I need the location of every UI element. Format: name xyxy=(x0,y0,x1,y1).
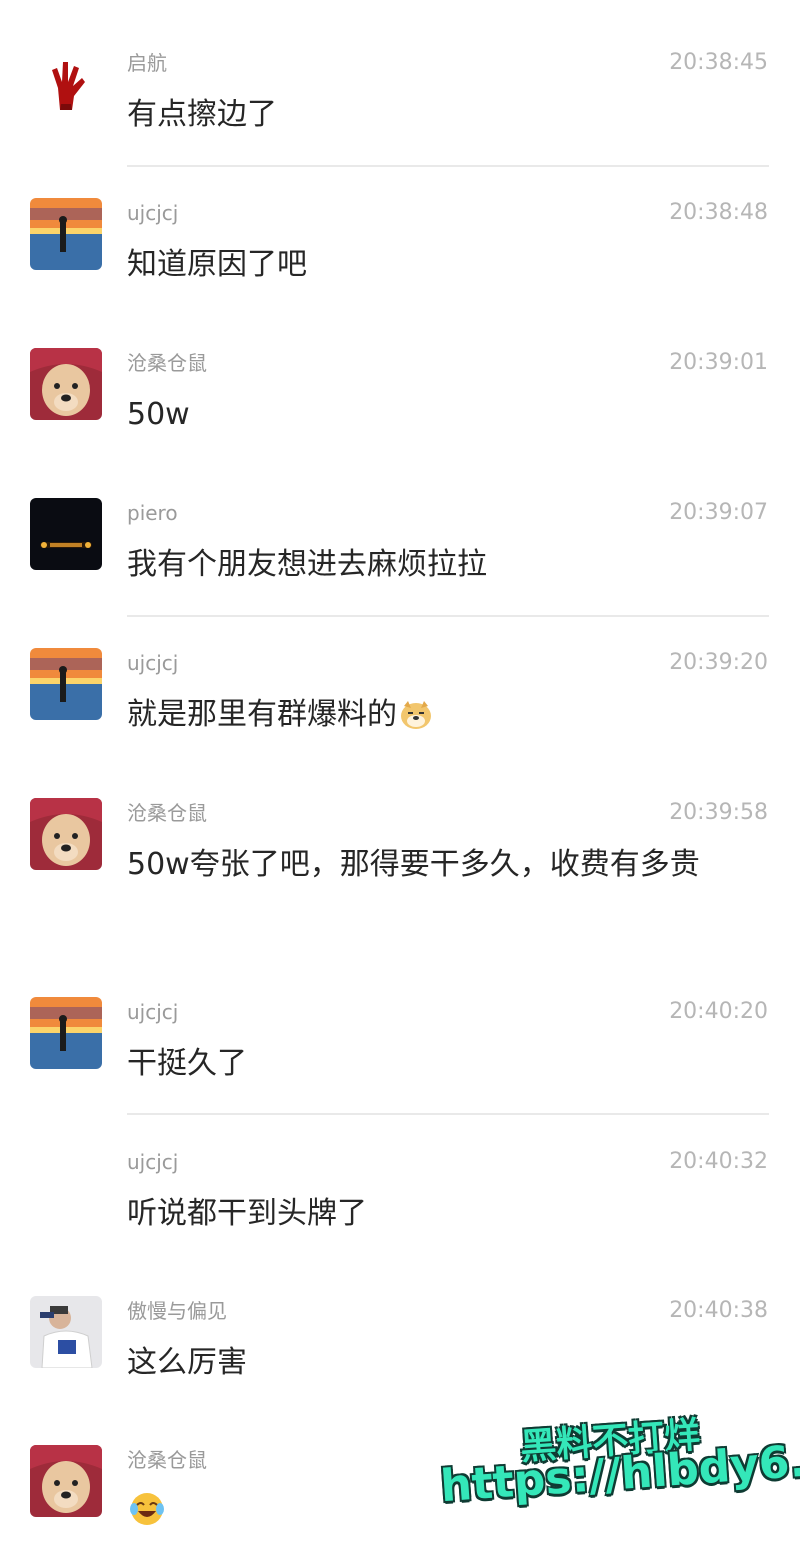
username[interactable]: piero xyxy=(127,500,178,526)
avatar[interactable] xyxy=(30,198,102,270)
sunset-figure-icon xyxy=(30,997,102,1069)
laughing-crying-emoji-icon xyxy=(129,1491,165,1543)
night-car-icon xyxy=(30,498,102,570)
message-text: 干挺久了 xyxy=(127,1046,247,1081)
timestamp: 20:39:07 xyxy=(669,500,768,525)
divider xyxy=(127,1113,769,1115)
username[interactable]: 启航 xyxy=(127,50,167,76)
dog-icon xyxy=(30,798,102,870)
timestamp: 20:40:32 xyxy=(669,1149,768,1174)
message-text: 有点擦边了 xyxy=(127,97,277,132)
chat-list: 启航 20:38:45 有点擦边了 ujcjcj 20:38:48 知道原因了吧 xyxy=(0,0,800,1542)
sunset-figure-icon xyxy=(30,198,102,270)
message-text: 50w xyxy=(127,397,190,432)
avatar[interactable] xyxy=(30,798,102,870)
red-hand-icon xyxy=(30,48,102,120)
avatar[interactable] xyxy=(30,648,102,720)
message-text: 50w夸张了吧，那得要干多久，收费有多贵 xyxy=(127,847,700,882)
timestamp: 20:39:20 xyxy=(669,650,768,675)
username[interactable]: ujcjcj xyxy=(127,1149,178,1175)
avatar[interactable] xyxy=(30,997,102,1069)
message-text: 听说都干到头牌了 xyxy=(127,1196,367,1231)
timestamp: 20:38:48 xyxy=(669,200,768,225)
dog-icon xyxy=(30,1445,102,1517)
username[interactable]: ujcjcj xyxy=(127,999,178,1025)
sunset-figure-icon xyxy=(30,648,102,720)
timestamp: 20:39:01 xyxy=(669,350,768,375)
divider xyxy=(127,165,769,167)
message-text: 这么厉害 xyxy=(127,1345,247,1380)
dog-icon xyxy=(30,348,102,420)
avatar[interactable] xyxy=(30,348,102,420)
timestamp: 20:39:58 xyxy=(669,800,768,825)
message-text-content: 就是那里有群爆料的 xyxy=(127,697,397,732)
timestamp: 20:38:45 xyxy=(669,50,768,75)
avatar[interactable] xyxy=(30,1296,102,1368)
divider xyxy=(127,615,769,617)
timestamp: 20:40:20 xyxy=(669,999,768,1024)
avatar[interactable] xyxy=(30,48,102,120)
username[interactable]: 傲慢与偏见 xyxy=(127,1298,227,1324)
doge-emoji-icon xyxy=(399,696,433,746)
avatar[interactable] xyxy=(30,498,102,570)
timestamp: 20:40:38 xyxy=(669,1298,768,1323)
username[interactable]: 沧桑仓鼠 xyxy=(127,800,207,826)
message-text: 我有个朋友想进去麻烦拉拉 xyxy=(127,547,487,582)
username[interactable]: 沧桑仓鼠 xyxy=(127,1447,207,1473)
username[interactable]: 沧桑仓鼠 xyxy=(127,350,207,376)
message-text: 知道原因了吧 xyxy=(127,247,307,282)
message-text: 就是那里有群爆料的 xyxy=(127,690,747,746)
person-photo-icon xyxy=(30,1296,102,1368)
avatar[interactable] xyxy=(30,1445,102,1517)
username[interactable]: ujcjcj xyxy=(127,200,178,226)
username[interactable]: ujcjcj xyxy=(127,650,178,676)
